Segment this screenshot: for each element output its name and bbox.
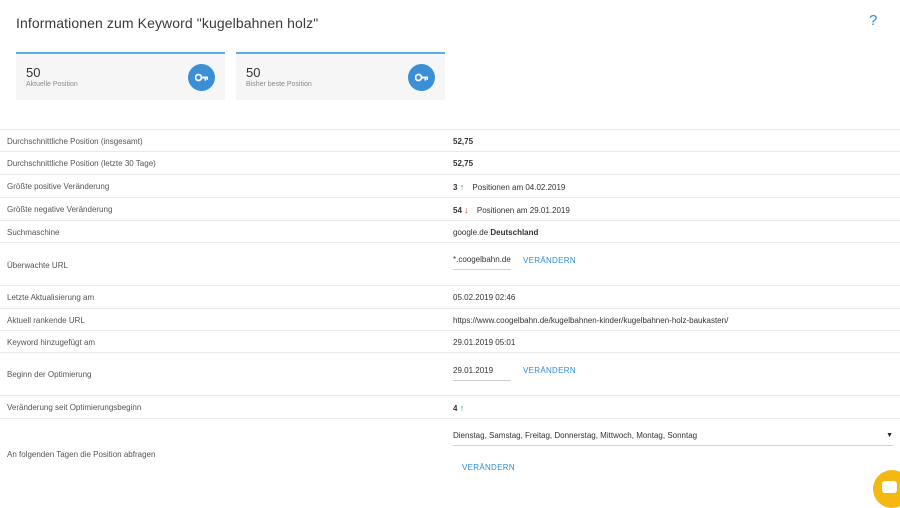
selected-days: Dienstag, Samstag, Freitag, Donnerstag, … bbox=[453, 431, 698, 440]
change-url-button[interactable]: VERÄNDERN bbox=[523, 256, 576, 265]
row-label: Letzte Aktualisierung am bbox=[7, 293, 95, 302]
row-value: google.de Deutschland bbox=[453, 228, 538, 237]
row-value: 52,75 bbox=[453, 159, 474, 168]
row-value: 4 ↑ bbox=[453, 403, 464, 413]
row-label: Veränderung seit Optimierungsbeginn bbox=[7, 403, 142, 412]
best-position-value: 50 bbox=[246, 65, 261, 80]
row-label: Durchschnittliche Position (letzte 30 Ta… bbox=[7, 159, 156, 168]
monitored-url-input[interactable]: *.coogelbahn.de bbox=[453, 255, 511, 270]
table-row: Größte positive Veränderung 3 ↑ Position… bbox=[0, 174, 900, 197]
keyword-info-table: Durchschnittliche Position (insgesamt) 5… bbox=[0, 129, 900, 488]
chat-icon bbox=[882, 481, 897, 493]
row-value: 54 ↓ Positionen am 29.01.2019 bbox=[453, 205, 570, 215]
row-value: 05.02.2019 02:46 bbox=[453, 293, 516, 302]
row-label: Durchschnittliche Position (insgesamt) bbox=[7, 137, 143, 146]
change-value: 3 bbox=[453, 183, 458, 192]
best-position-label: Bisher beste Position bbox=[246, 81, 312, 88]
row-label: Aktuell rankende URL bbox=[7, 316, 85, 325]
chevron-down-icon: ▼ bbox=[886, 432, 893, 439]
table-row: Veränderung seit Optimierungsbeginn 4 ↑ bbox=[0, 395, 900, 418]
page-title: Informationen zum Keyword "kugelbahnen h… bbox=[16, 15, 319, 31]
search-engine: google.de bbox=[453, 228, 489, 237]
ranking-url-link[interactable]: https://www.coogelbahn.de/kugelbahnen-ki… bbox=[453, 316, 728, 325]
row-label: Keyword hinzugefügt am bbox=[7, 338, 96, 347]
row-label: Größte positive Veränderung bbox=[7, 182, 110, 191]
arrow-up-icon: ↑ bbox=[459, 403, 465, 413]
row-value: 29.01.2019 05:01 bbox=[453, 338, 516, 347]
row-label: Überwachte URL bbox=[7, 261, 68, 270]
table-row: Aktuell rankende URL https://www.coogelb… bbox=[0, 308, 900, 330]
change-text: Positionen am 04.02.2019 bbox=[472, 183, 566, 192]
table-row: Beginn der Optimierung 29.01.2019 VERÄND… bbox=[0, 352, 900, 395]
help-icon[interactable]: ? bbox=[869, 12, 877, 29]
key-icon[interactable] bbox=[408, 64, 435, 91]
row-label: An folgenden Tagen die Position abfragen bbox=[7, 450, 156, 459]
table-row: An folgenden Tagen die Position abfragen… bbox=[0, 418, 900, 488]
key-icon-svg bbox=[414, 73, 428, 82]
row-label: Beginn der Optimierung bbox=[7, 370, 92, 379]
table-row: Keyword hinzugefügt am 29.01.2019 05:01 bbox=[0, 330, 900, 352]
change-value: 54 bbox=[453, 206, 462, 215]
key-icon-svg bbox=[194, 73, 208, 82]
table-row: Durchschnittliche Position (insgesamt) 5… bbox=[0, 129, 900, 151]
change-text: Positionen am 29.01.2019 bbox=[476, 206, 570, 215]
table-row: Größte negative Veränderung 54 ↓ Positio… bbox=[0, 197, 900, 220]
current-position-card: 50 Aktuelle Position bbox=[16, 52, 225, 100]
current-position-label: Aktuelle Position bbox=[26, 81, 78, 88]
table-row: Letzte Aktualisierung am 05.02.2019 02:4… bbox=[0, 285, 900, 308]
change-optimization-start-button[interactable]: VERÄNDERN bbox=[523, 366, 576, 375]
table-row: Durchschnittliche Position (letzte 30 Ta… bbox=[0, 151, 900, 174]
best-position-card: 50 Bisher beste Position bbox=[236, 52, 445, 100]
chat-widget-button[interactable] bbox=[873, 470, 900, 508]
row-value: 52,75 bbox=[453, 137, 474, 146]
table-row: Überwachte URL *.coogelbahn.de VERÄNDERN bbox=[0, 242, 900, 285]
optimization-start-date-input[interactable]: 29.01.2019 bbox=[453, 366, 511, 381]
search-country: Deutschland bbox=[490, 228, 539, 237]
change-value: 4 bbox=[453, 404, 458, 413]
key-icon[interactable] bbox=[188, 64, 215, 91]
table-row: Suchmaschine google.de Deutschland bbox=[0, 220, 900, 242]
row-label: Suchmaschine bbox=[7, 228, 60, 237]
arrow-up-icon: ↑ bbox=[459, 182, 465, 192]
row-value: 3 ↑ Positionen am 04.02.2019 bbox=[453, 182, 565, 192]
row-label: Größte negative Veränderung bbox=[7, 205, 113, 214]
arrow-down-icon: ↓ bbox=[464, 205, 469, 215]
current-position-value: 50 bbox=[26, 65, 41, 80]
query-days-select[interactable]: Dienstag, Samstag, Freitag, Donnerstag, … bbox=[453, 431, 893, 446]
change-days-button[interactable]: VERÄNDERN bbox=[462, 463, 515, 472]
